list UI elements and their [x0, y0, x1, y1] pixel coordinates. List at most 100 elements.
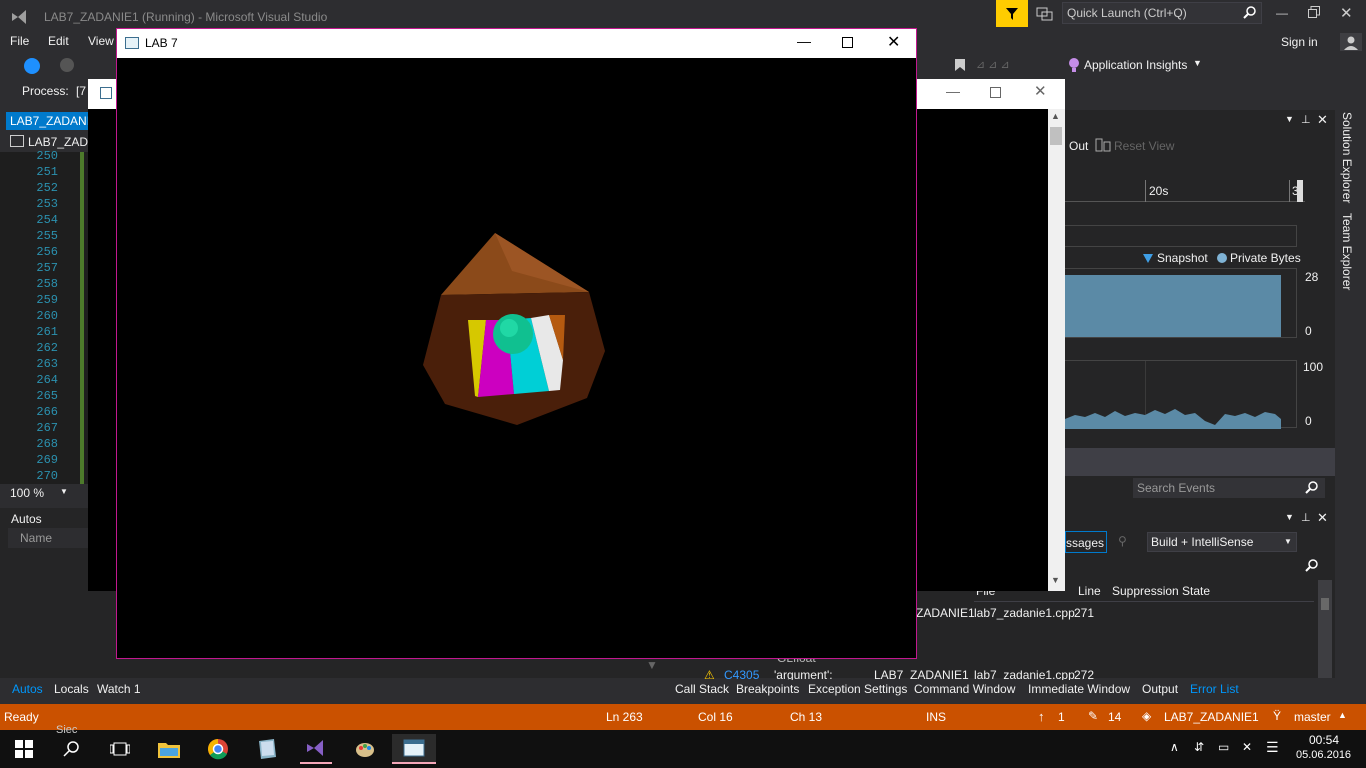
start-button-icon[interactable] [8, 734, 40, 764]
zoom-out-button[interactable]: Out [1069, 139, 1088, 153]
network-icon[interactable]: ⇵ [1194, 740, 1204, 754]
paint-icon[interactable] [349, 734, 381, 764]
panel-menu-icon[interactable]: ▼ [1285, 114, 1294, 124]
timeline-ruler[interactable]: 20s 3 [1065, 180, 1305, 202]
search-events-input[interactable]: Search Events [1133, 478, 1325, 498]
bookmark-nav-icons[interactable]: ⊿ ⊿ ⊿ [976, 58, 1036, 72]
col-line[interactable]: Line [1078, 584, 1101, 598]
lab7-taskbar-icon[interactable] [392, 734, 436, 764]
battery-icon[interactable]: ▭ [1218, 740, 1229, 754]
bookmark-icon[interactable] [954, 58, 966, 72]
pencil-icon[interactable]: ✎ [1088, 709, 1098, 723]
application-insights-button[interactable]: Application Insights [1084, 58, 1187, 72]
dropdown-arrow-icon[interactable]: ▼ [1193, 58, 1202, 68]
tray-chevron-up-icon[interactable]: ∧ [1170, 740, 1179, 754]
chevron-up-icon[interactable]: ▲ [1338, 710, 1347, 720]
repo-icon[interactable]: ◈ [1142, 709, 1151, 723]
col-suppression[interactable]: Suppression State [1112, 584, 1210, 598]
tab-exception-settings[interactable]: Exception Settings [808, 682, 907, 696]
cpu-graph [1065, 360, 1297, 429]
minimize-icon[interactable]: — [797, 33, 811, 49]
search-icon[interactable] [1305, 558, 1319, 575]
close-icon[interactable]: ✕ [887, 32, 900, 52]
pin-icon[interactable]: ⊥ [1301, 113, 1311, 126]
snapshot-legend: Snapshot [1157, 251, 1208, 265]
filter-icon[interactable]: ⚲ [1118, 534, 1127, 548]
line-number: 259 [36, 293, 58, 307]
feedback-filter-icon[interactable] [996, 0, 1028, 27]
scroll-down-icon[interactable]: ▼ [646, 658, 664, 676]
zoom-bar: 100 % ▼ [6, 484, 90, 502]
scrollbar[interactable] [1318, 580, 1332, 678]
task-view-icon[interactable] [104, 734, 136, 764]
tab-error-list[interactable]: Error List [1190, 682, 1239, 696]
tab-breakpoints[interactable]: Breakpoints [736, 682, 799, 696]
branch-icon[interactable]: Ÿ [1273, 709, 1281, 723]
scrollbar-thumb[interactable] [1050, 127, 1062, 145]
tab-autos[interactable]: Autos [12, 682, 43, 696]
build-filter-select[interactable]: Build + IntelliSense ▼ [1147, 532, 1297, 552]
status-repo[interactable]: LAB7_ZADANIE1 [1164, 710, 1259, 724]
maximize-icon[interactable] [842, 37, 853, 48]
clock-date[interactable]: 05.06.2016 [1296, 749, 1351, 761]
restore-icon[interactable] [1308, 6, 1322, 22]
reset-view-icon[interactable] [1095, 138, 1111, 152]
opengl-viewport[interactable] [117, 58, 916, 658]
lab7-window[interactable]: LAB 7 — ✕ [116, 28, 917, 659]
app-icon-book[interactable] [251, 734, 283, 764]
account-avatar-icon[interactable] [1340, 33, 1362, 51]
status-up-count[interactable]: 1 [1058, 710, 1065, 724]
code-editor[interactable]: 250 251 252 253 254 255 256 257 258 259 260 261 262 2… [0, 149, 90, 484]
panel-menu-icon[interactable]: ▼ [1285, 512, 1294, 522]
minimize-icon[interactable]: — [1276, 6, 1288, 22]
back-icon[interactable] [24, 58, 40, 74]
minimize-icon[interactable]: — [946, 83, 960, 99]
arrow-up-icon[interactable]: ↑ [1038, 709, 1045, 724]
messages-filter-button[interactable]: ssages [1065, 531, 1107, 553]
forward-icon[interactable] [60, 58, 74, 72]
close-icon[interactable]: ✕ [1034, 82, 1047, 100]
action-center-icon[interactable]: ☰ [1266, 739, 1279, 756]
notifications-icon[interactable] [1036, 6, 1054, 22]
panel-close-icon[interactable]: ✕ [1317, 510, 1328, 526]
file-explorer-icon[interactable] [153, 734, 185, 764]
console-scrollbar[interactable]: ▲ ▼ [1048, 109, 1065, 591]
visual-studio-taskbar-icon[interactable] [300, 734, 332, 764]
table-row[interactable]: ZADANIE1 lab7_zadanie1.cpp 271 [914, 604, 1314, 622]
sign-in-link[interactable]: Sign in [1281, 35, 1318, 49]
reset-view-button[interactable]: Reset View [1114, 139, 1174, 153]
pin-icon[interactable]: ⊥ [1301, 511, 1311, 524]
tab-command-window[interactable]: Command Window [914, 682, 1015, 696]
tab-locals[interactable]: Locals [54, 682, 89, 696]
volume-muted-icon[interactable]: ✕ [1242, 740, 1252, 754]
scroll-down-icon[interactable]: ▼ [1051, 575, 1060, 585]
status-branch[interactable]: master [1294, 710, 1331, 724]
scroll-up-icon[interactable]: ▲ [1051, 111, 1060, 121]
maximize-icon[interactable] [990, 87, 1001, 98]
tab-solution-explorer[interactable]: Solution Explorer [1340, 112, 1354, 203]
tab-output[interactable]: Output [1142, 682, 1178, 696]
zoom-select[interactable]: 100 % [10, 486, 44, 500]
line-number-gutter: 250 251 252 253 254 255 256 257 258 259 260 261 262 2… [0, 148, 58, 484]
menu-file[interactable]: File [10, 34, 29, 48]
clock-time[interactable]: 00:54 [1309, 733, 1339, 747]
chrome-icon[interactable] [202, 734, 234, 764]
tab-call-stack[interactable]: Call Stack [675, 682, 729, 696]
status-edit-count[interactable]: 14 [1108, 710, 1121, 724]
tab-immediate-window[interactable]: Immediate Window [1028, 682, 1130, 696]
tab-team-explorer[interactable]: Team Explorer [1340, 213, 1354, 290]
search-icon[interactable] [56, 734, 88, 764]
panel-close-icon[interactable]: ✕ [1317, 112, 1328, 128]
menu-view[interactable]: View [88, 34, 114, 48]
windows-taskbar: Siec ∧ ⇵ ▭ ✕ ☰ 00:54 05.06.2016 [0, 724, 1366, 768]
autos-col-name[interactable]: Name [20, 531, 52, 545]
scrollbar-thumb[interactable] [1321, 598, 1329, 610]
menu-edit[interactable]: Edit [48, 34, 69, 48]
quick-launch-input[interactable]: Quick Launch (Ctrl+Q) [1062, 2, 1262, 24]
timeline-handle[interactable] [1297, 180, 1303, 202]
tab-watch1[interactable]: Watch 1 [97, 682, 141, 696]
close-icon[interactable]: ✕ [1340, 4, 1354, 22]
zoom-dropdown-icon[interactable]: ▼ [60, 487, 68, 496]
editor-tab-active[interactable]: LAB7_ZADANI [6, 112, 90, 130]
process-value[interactable]: [7 [76, 84, 86, 98]
